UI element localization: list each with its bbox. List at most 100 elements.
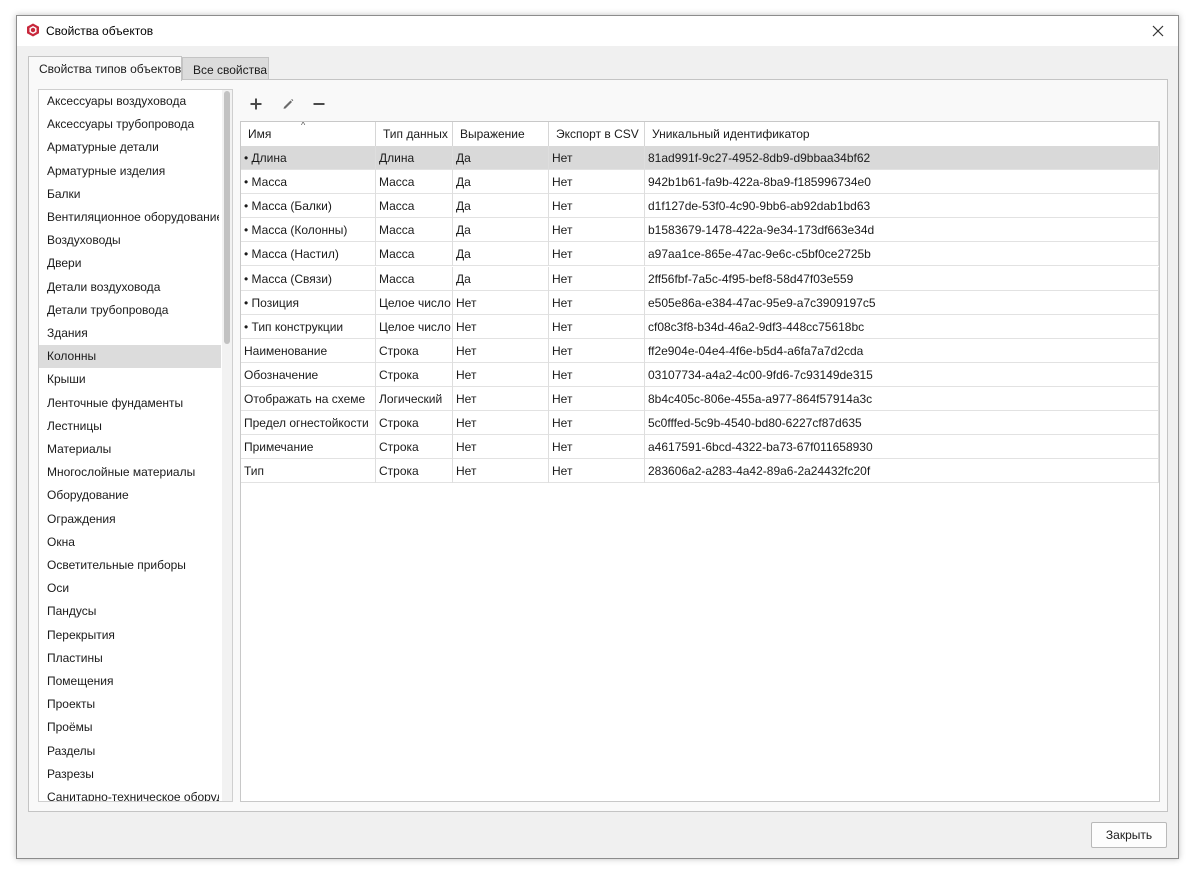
list-item[interactable]: Колонны bbox=[39, 345, 221, 369]
cell-export-csv: Нет bbox=[549, 242, 645, 267]
list-item[interactable]: Оборудование bbox=[39, 484, 219, 507]
cell-expression: Нет bbox=[453, 435, 549, 460]
header-col-data-type[interactable]: Тип данных bbox=[376, 122, 453, 146]
list-item[interactable]: Разделы bbox=[39, 740, 219, 763]
cell-unique-id: a97aa1ce-865e-47ac-9e6c-c5bf0ce2725b bbox=[645, 242, 1159, 267]
table-row[interactable]: Наименование Строка Нет Нет ff2e904e-04e4-4f… bbox=[241, 338, 1159, 363]
plus-icon bbox=[250, 98, 262, 110]
cell-export-csv: Нет bbox=[549, 218, 645, 243]
cell-data-type: Строка bbox=[376, 459, 453, 484]
cell-data-type: Целое число bbox=[376, 290, 453, 315]
list-item[interactable]: Санитарно-техническое оборудование bbox=[39, 786, 219, 801]
list-item[interactable]: Здания bbox=[39, 322, 219, 345]
cell-data-type: Масса bbox=[376, 194, 453, 219]
list-item[interactable]: Лестницы bbox=[39, 415, 219, 438]
pencil-icon bbox=[283, 99, 294, 109]
cell-data-type: Масса bbox=[376, 218, 453, 243]
list-item[interactable]: Арматурные детали bbox=[39, 136, 219, 159]
cell-export-csv: Нет bbox=[549, 194, 645, 219]
list-item[interactable]: Многослойные материалы bbox=[39, 461, 219, 484]
header-col-name[interactable]: Имя ^ bbox=[241, 122, 376, 146]
header-col-expression[interactable]: Выражение bbox=[453, 122, 549, 146]
table-row[interactable]: Предел огнестойкости Строка Нет Нет 5c0fffed… bbox=[241, 411, 1159, 436]
cell-name: • Тип конструкции bbox=[241, 314, 376, 339]
cell-data-type: Целое число bbox=[376, 314, 453, 339]
list-item[interactable]: Аксессуары трубопровода bbox=[39, 113, 219, 136]
table-row[interactable]: Обозначение Строка Нет Нет 03107734-a4a2-4c0… bbox=[241, 362, 1159, 387]
cell-expression: Да bbox=[453, 146, 549, 170]
cell-export-csv: Нет bbox=[549, 170, 645, 195]
header-label: Выражение bbox=[460, 127, 525, 141]
object-type-list[interactable]: Санитарно-техническое оборудованиеРазрез… bbox=[38, 89, 233, 802]
cell-name: • Длина bbox=[241, 146, 376, 170]
cell-unique-id: e505e86a-e384-47ac-95e9-a7c3909197c5 bbox=[645, 290, 1159, 315]
list-item[interactable]: Детали воздуховода bbox=[39, 276, 219, 299]
cell-expression: Нет bbox=[453, 290, 549, 315]
list-item[interactable]: Осветительные приборы bbox=[39, 554, 219, 577]
list-item[interactable]: Разрезы bbox=[39, 763, 219, 786]
remove-property-button[interactable] bbox=[307, 92, 331, 116]
table-row[interactable]: Примечание Строка Нет Нет a4617591-6bcd-4322… bbox=[241, 435, 1159, 460]
list-item[interactable]: Перекрытия bbox=[39, 624, 219, 647]
table-row[interactable]: • Масса (Балки) Масса Да Нет d1f127de-53f0-4… bbox=[241, 194, 1159, 219]
list-item[interactable]: Детали трубопровода bbox=[39, 299, 219, 322]
properties-table: Имя ^ Тип данных Выражение Экспорт в CSV Уник… bbox=[240, 121, 1160, 802]
cell-expression: Да bbox=[453, 194, 549, 219]
table-row[interactable]: • Тип конструкции Целое число Нет Нет cf08c3… bbox=[241, 314, 1159, 339]
table-row[interactable]: • Масса Масса Да Нет 942b1b61-fa9b-422a-8ba9… bbox=[241, 170, 1159, 195]
list-item[interactable]: Крыши bbox=[39, 368, 219, 391]
edit-property-button[interactable] bbox=[276, 92, 300, 116]
list-item[interactable]: Ленточные фундаменты bbox=[39, 392, 219, 415]
table-row[interactable]: • Длина Длина Да Нет 81ad991f-9c27-4952-8db9… bbox=[241, 146, 1159, 170]
header-col-unique-id[interactable]: Уникальный идентификатор bbox=[645, 122, 1159, 146]
close-button[interactable]: Закрыть bbox=[1091, 822, 1167, 848]
cell-name: Примечание bbox=[241, 435, 376, 460]
list-item[interactable]: Материалы bbox=[39, 438, 219, 461]
table-row[interactable]: • Позиция Целое число Нет Нет e505e86a-e384-… bbox=[241, 290, 1159, 315]
list-item[interactable]: Окна bbox=[39, 531, 219, 554]
list-item[interactable]: Помещения bbox=[39, 670, 219, 693]
list-item[interactable]: Оси bbox=[39, 577, 219, 600]
cell-expression: Нет bbox=[453, 338, 549, 363]
tab-all-properties[interactable]: Все свойства bbox=[182, 57, 269, 80]
cell-export-csv: Нет bbox=[549, 146, 645, 170]
table-row[interactable]: • Масса (Настил) Масса Да Нет a97aa1ce-865e-… bbox=[241, 242, 1159, 267]
close-icon bbox=[1152, 25, 1164, 37]
cell-data-type: Масса bbox=[376, 170, 453, 195]
table-row[interactable]: • Масса (Колонны) Масса Да Нет b1583679-1478… bbox=[241, 218, 1159, 243]
list-item[interactable]: Аксессуары воздуховода bbox=[39, 90, 219, 113]
list-item[interactable]: Балки bbox=[39, 183, 219, 206]
list-item[interactable]: Арматурные изделия bbox=[39, 160, 219, 183]
list-item[interactable]: Воздуховоды bbox=[39, 229, 219, 252]
table-row[interactable]: Отображать на схеме Логический Нет Нет 8b4c4… bbox=[241, 387, 1159, 411]
cell-name: Предел огнестойкости bbox=[241, 411, 376, 436]
list-item[interactable]: Вентиляционное оборудование bbox=[39, 206, 219, 229]
cell-unique-id: ff2e904e-04e4-4f6e-b5d4-a6fa7a7d2cda bbox=[645, 338, 1159, 363]
list-scrollbar[interactable] bbox=[222, 90, 232, 801]
cell-expression: Да bbox=[453, 242, 549, 267]
scrollbar-thumb[interactable] bbox=[224, 91, 230, 344]
cell-unique-id: 81ad991f-9c27-4952-8db9-d9bbaa34bf62 bbox=[645, 146, 1159, 170]
list-item[interactable]: Пандусы bbox=[39, 600, 219, 623]
cell-unique-id: 8b4c405c-806e-455a-a977-864f57914a3c bbox=[645, 387, 1159, 411]
list-item[interactable]: Пластины bbox=[39, 647, 219, 670]
list-item[interactable]: Двери bbox=[39, 252, 219, 275]
header-col-export-csv[interactable]: Экспорт в CSV bbox=[549, 122, 645, 146]
list-item[interactable]: Проёмы bbox=[39, 716, 219, 739]
cell-data-type: Строка bbox=[376, 362, 453, 387]
window-close-button[interactable] bbox=[1138, 16, 1178, 46]
cell-export-csv: Нет bbox=[549, 266, 645, 291]
list-item[interactable]: Ограждения bbox=[39, 508, 219, 531]
cell-export-csv: Нет bbox=[549, 459, 645, 484]
table-row[interactable]: • Масса (Связи) Масса Да Нет 2ff56fbf-7a5c-4… bbox=[241, 266, 1159, 291]
cell-unique-id: b1583679-1478-422a-9e34-173df663e34d bbox=[645, 218, 1159, 243]
list-item[interactable]: Проекты bbox=[39, 693, 219, 716]
cell-name: • Масса (Настил) bbox=[241, 242, 376, 267]
table-row[interactable]: Тип Строка Нет Нет 283606a2-a283-4a42-89a6-2… bbox=[241, 459, 1159, 484]
cell-export-csv: Нет bbox=[549, 387, 645, 411]
tab-object-type-properties[interactable]: Свойства типов объектов bbox=[28, 56, 182, 81]
cell-name: Наименование bbox=[241, 338, 376, 363]
add-property-button[interactable] bbox=[244, 92, 268, 116]
cell-expression: Нет bbox=[453, 314, 549, 339]
cell-unique-id: 03107734-a4a2-4c00-9fd6-7c93149de315 bbox=[645, 362, 1159, 387]
